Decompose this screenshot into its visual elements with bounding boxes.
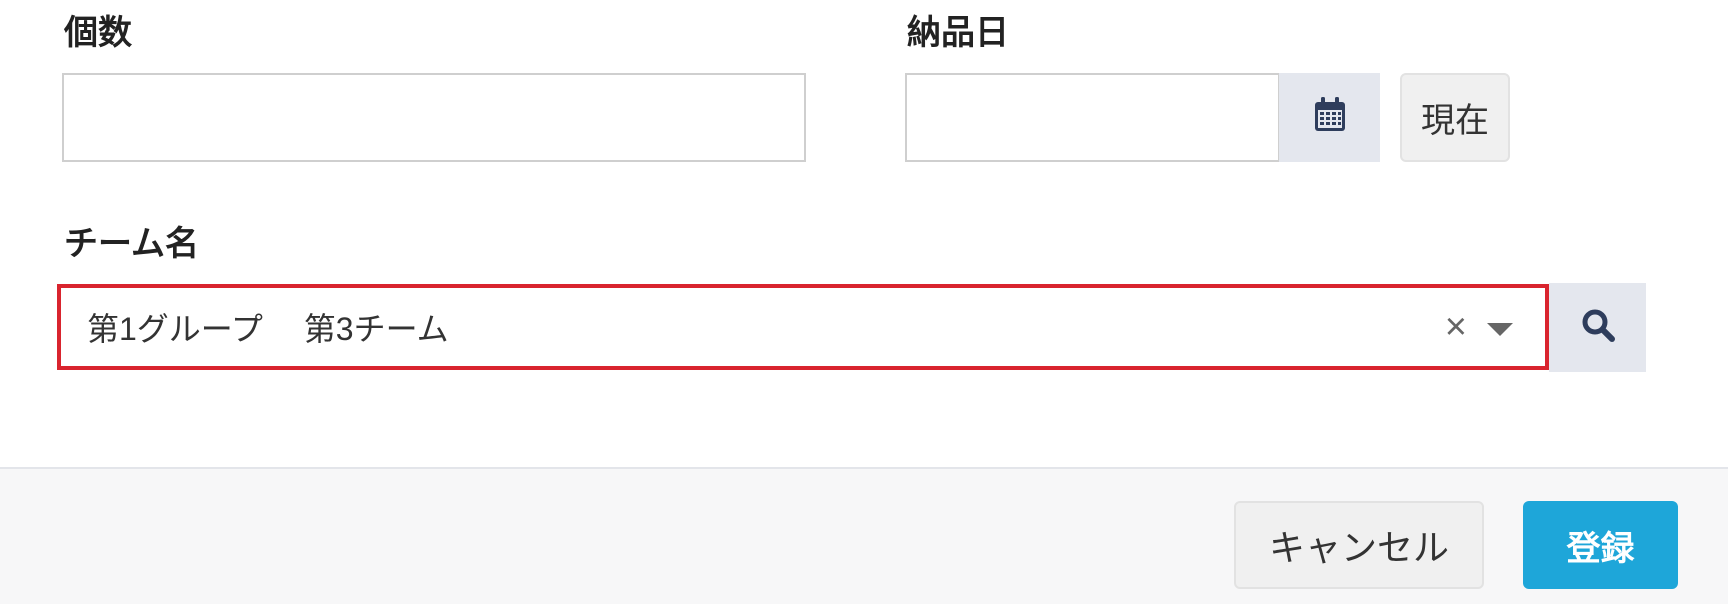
now-button[interactable]: 現在: [1400, 73, 1510, 162]
team-name-value: 第1グループ 第3チーム: [87, 311, 449, 347]
calendar-button[interactable]: [1279, 73, 1380, 162]
delivery-date-input[interactable]: [905, 73, 1280, 162]
team-name-label: チーム名: [64, 225, 199, 263]
team-name-select[interactable]: 第1グループ 第3チーム ×: [57, 284, 1549, 370]
delivery-date-label: 納品日: [907, 14, 1009, 52]
quantity-input[interactable]: [62, 73, 806, 162]
quantity-label: 個数: [64, 14, 132, 52]
calendar-icon: [1313, 97, 1347, 138]
form-page: 個数 納品日 現在 チーム名 第1グループ 第3チーム × キャンセル 登録: [0, 0, 1728, 604]
search-button[interactable]: [1549, 283, 1646, 372]
chevron-down-icon[interactable]: [1487, 322, 1513, 336]
cancel-button[interactable]: キャンセル: [1234, 501, 1484, 589]
search-icon: [1581, 308, 1615, 347]
submit-button[interactable]: 登録: [1523, 501, 1678, 589]
clear-icon[interactable]: ×: [1445, 308, 1467, 346]
dialog-footer: キャンセル 登録: [0, 467, 1728, 604]
